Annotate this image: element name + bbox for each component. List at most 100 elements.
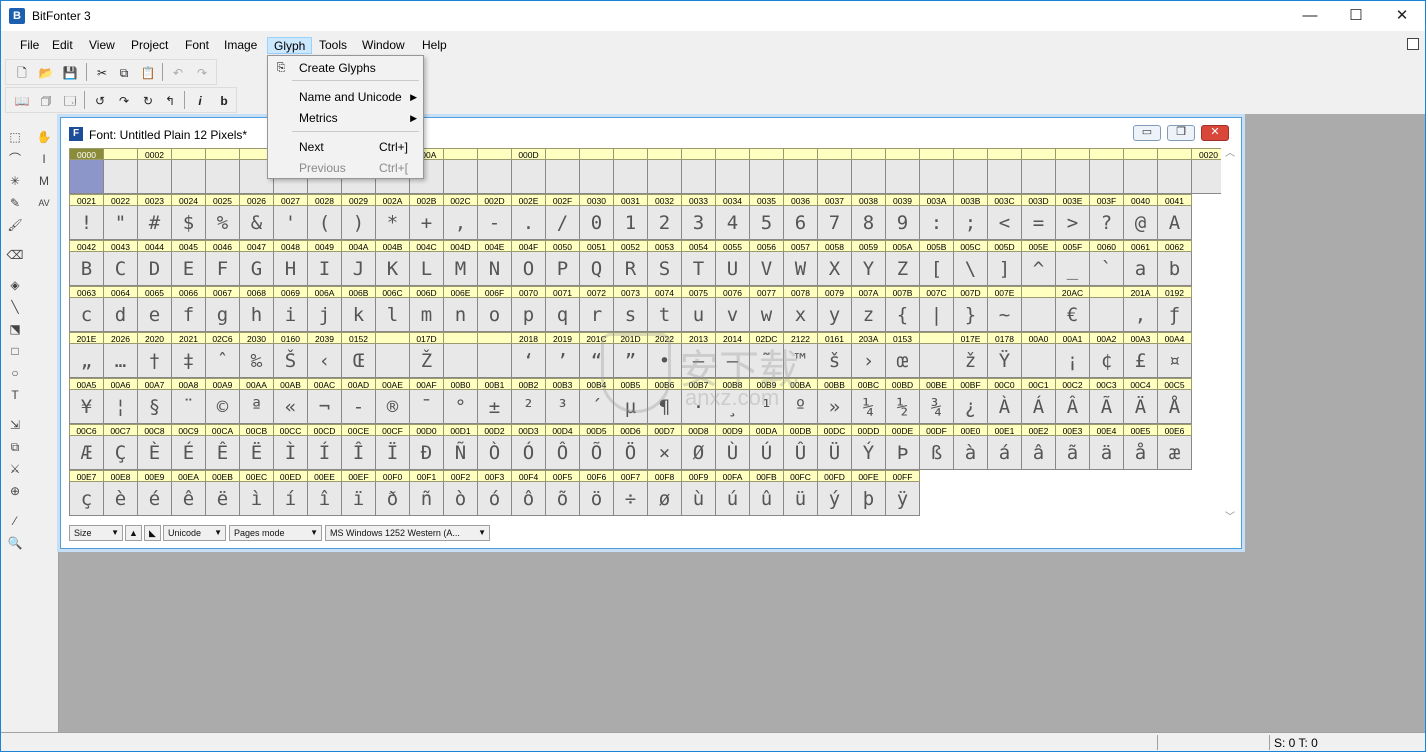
stack-icon[interactable]: 🗇 — [36, 91, 56, 111]
glyph-cell[interactable]: h — [239, 298, 274, 332]
glyph-cell[interactable]: ¤ — [1157, 344, 1192, 378]
menu-file[interactable]: File — [20, 37, 39, 54]
glyph-cell[interactable]: Ñ — [443, 436, 478, 470]
glyph-cell[interactable]: i — [273, 298, 308, 332]
glyph-cell[interactable]: æ — [1157, 436, 1192, 470]
glyph-cell[interactable] — [1021, 298, 1056, 332]
glyph-cell[interactable]: é — [137, 482, 172, 516]
glyph-cell[interactable]: ‹ — [307, 344, 342, 378]
glyph-cell[interactable]: ª — [239, 390, 274, 424]
glyph-cell[interactable]: Æ — [69, 436, 104, 470]
glyph-cell[interactable]: ü — [783, 482, 818, 516]
glyph-cell[interactable]: ƒ — [1157, 298, 1192, 332]
pencil-icon[interactable]: ✎ — [5, 194, 25, 212]
book-icon[interactable]: 📖 — [12, 91, 32, 111]
glyph-cell[interactable]: Ô — [545, 436, 580, 470]
glyph-cell[interactable]: ð — [375, 482, 410, 516]
glyph-cell[interactable]: ¢ — [1089, 344, 1124, 378]
font-window-close-button[interactable]: ✕ — [1201, 125, 1229, 141]
menu-font[interactable]: Font — [185, 37, 209, 54]
font-window-maximize-button[interactable]: ❐ — [1167, 125, 1195, 141]
glyph-cell[interactable]: Ü — [817, 436, 852, 470]
rectangle-icon[interactable]: □ — [5, 342, 25, 360]
glyph-cell[interactable]: & — [239, 206, 274, 240]
glyph-cell[interactable] — [511, 160, 546, 194]
glyph-cell[interactable]: k — [341, 298, 376, 332]
glyph-cell[interactable]: S — [647, 252, 682, 286]
glyph-cell[interactable]: õ — [545, 482, 580, 516]
glyph-cell[interactable]: Ï — [375, 436, 410, 470]
glyph-cell[interactable]: ” — [613, 344, 648, 378]
glyph-cell[interactable]: n — [443, 298, 478, 332]
glyph-cell[interactable]: Þ — [885, 436, 920, 470]
glyph-cell[interactable]: x — [783, 298, 818, 332]
glyph-cell[interactable]: † — [137, 344, 172, 378]
glyph-cell[interactable]: u — [681, 298, 716, 332]
glyph-cell[interactable]: ¯ — [409, 390, 444, 424]
rotate-ccw-icon[interactable]: ↺ — [90, 91, 110, 111]
glyph-cell[interactable]: B — [69, 252, 104, 286]
glyph-cell[interactable]: ¸ — [715, 390, 750, 424]
small-mountain-icon[interactable]: ▲ — [125, 525, 142, 541]
glyph-cell[interactable]: N — [477, 252, 512, 286]
glyph-cell[interactable]: 5 — [749, 206, 784, 240]
menu-help[interactable]: Help — [422, 37, 447, 54]
unicode-dropdown[interactable]: Unicode ▼ — [163, 525, 226, 541]
glyph-cell[interactable]: ç — [69, 482, 104, 516]
glyph-cell[interactable] — [1089, 298, 1124, 332]
glyph-cell[interactable]: ò — [443, 482, 478, 516]
text-cursor-icon[interactable]: I — [34, 150, 54, 168]
glyph-cell[interactable]: × — [647, 436, 682, 470]
glyph-cell[interactable]: ˜ — [749, 344, 784, 378]
menu-view[interactable]: View — [89, 37, 115, 54]
glyph-cell[interactable] — [919, 160, 954, 194]
flip-back-icon[interactable]: ↰ — [160, 91, 180, 111]
glyph-cell[interactable]: Å — [1157, 390, 1192, 424]
save-icon[interactable]: 💾 — [60, 63, 80, 83]
glyph-cell[interactable]: ˆ — [205, 344, 240, 378]
glyph-cell[interactable]: È — [137, 436, 172, 470]
glyph-cell[interactable] — [953, 160, 988, 194]
glyph-cell[interactable]: Q — [579, 252, 614, 286]
glyph-cell[interactable]: q — [545, 298, 580, 332]
glyph-cell[interactable] — [1055, 160, 1090, 194]
glyph-cell[interactable]: ¦ — [103, 390, 138, 424]
magic-wand-icon[interactable]: ✳ — [5, 172, 25, 190]
large-mountain-icon[interactable]: ◣ — [144, 525, 161, 541]
glyph-cell[interactable]: µ — [613, 390, 648, 424]
glyph-cell[interactable]: Í — [307, 436, 342, 470]
glyph-cell[interactable]: ’ — [545, 344, 580, 378]
glyph-cell[interactable]: < — [987, 206, 1022, 240]
glyph-cell[interactable]: O — [511, 252, 546, 286]
glyph-cell[interactable]: c — [69, 298, 104, 332]
glyph-cell[interactable]: r — [579, 298, 614, 332]
glyph-cell[interactable]: E — [171, 252, 206, 286]
glyph-cell[interactable]: a — [1123, 252, 1158, 286]
glyph-cell[interactable]: U — [715, 252, 750, 286]
glyph-cell[interactable] — [1123, 160, 1158, 194]
glyph-cell[interactable]: Â — [1055, 390, 1090, 424]
glyph-cell[interactable]: œ — [885, 344, 920, 378]
glyph-cell[interactable]: ¨ — [171, 390, 206, 424]
glyph-cell[interactable]: Ý — [851, 436, 886, 470]
glyph-cell[interactable]: ^ — [1021, 252, 1056, 286]
glyph-cell[interactable]: : — [919, 206, 954, 240]
menu-metrics[interactable]: Metrics ▶ — [270, 108, 421, 128]
glyph-cell[interactable]: ' — [273, 206, 308, 240]
glyph-cell[interactable] — [987, 160, 1022, 194]
glyph-cell[interactable]: I — [307, 252, 342, 286]
glyph-cell[interactable] — [443, 344, 478, 378]
glyph-cell[interactable]: R — [613, 252, 648, 286]
glyph-cell[interactable]: H — [273, 252, 308, 286]
eyedropper-icon[interactable]: ⁄ — [5, 512, 25, 530]
glyph-cell[interactable]: @ — [1123, 206, 1158, 240]
glyph-cell[interactable] — [477, 160, 512, 194]
glyph-cell[interactable]: ô — [511, 482, 546, 516]
glyph-cell[interactable]: X — [817, 252, 852, 286]
glyph-cell[interactable]: Š — [273, 344, 308, 378]
glyph-cell[interactable]: „ — [69, 344, 104, 378]
glyph-cell[interactable]: } — [953, 298, 988, 332]
glyph-cell[interactable]: + — [409, 206, 444, 240]
glyph-cell[interactable]: # — [137, 206, 172, 240]
target-icon[interactable]: ⊕ — [5, 482, 25, 500]
